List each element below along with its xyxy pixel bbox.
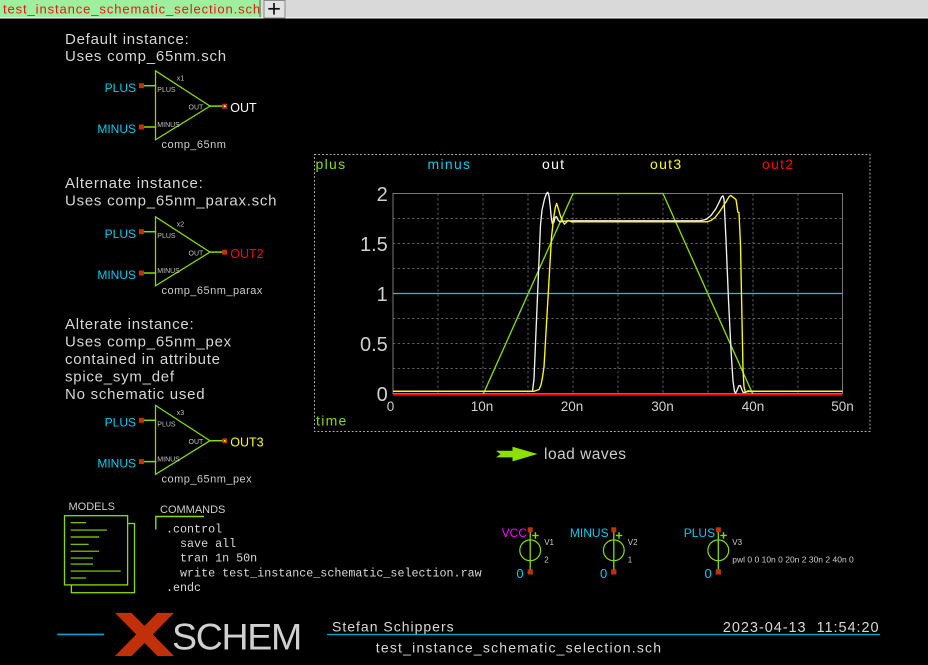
svg-text:comp_65nm_pex: comp_65nm_pex	[162, 474, 253, 486]
svg-text:.control: .control	[166, 522, 222, 536]
svg-text:out3: out3	[650, 156, 682, 172]
svg-text:1: 1	[377, 284, 388, 306]
svg-text:PLUS: PLUS	[157, 421, 176, 428]
svg-text:OUT: OUT	[189, 439, 205, 446]
svg-text:plus: plus	[316, 156, 347, 172]
svg-text:x2: x2	[177, 221, 185, 228]
svg-text:0.5: 0.5	[360, 334, 388, 356]
svg-text:VCC: VCC	[502, 526, 528, 540]
svg-text:Alternate instance:: Alternate instance:	[65, 175, 204, 192]
svg-text:Alterate instance:: Alterate instance:	[65, 316, 194, 333]
svg-text:OUT3: OUT3	[230, 436, 263, 450]
svg-text:10n: 10n	[471, 399, 494, 414]
svg-text:write test_instance_schematic_: write test_instance_schematic_selection.…	[166, 566, 482, 580]
svg-text:0: 0	[600, 566, 607, 581]
svg-text:V3: V3	[732, 538, 742, 547]
svg-text:Uses comp_65nm_parax.sch: Uses comp_65nm_parax.sch	[65, 192, 277, 209]
svg-text:OUT: OUT	[230, 101, 257, 115]
svg-text:MINUS: MINUS	[157, 457, 180, 464]
svg-text:1: 1	[628, 555, 633, 564]
svg-text:1.5: 1.5	[360, 234, 388, 256]
svg-text:OUT: OUT	[189, 250, 205, 257]
svg-text:Uses comp_65nm.sch: Uses comp_65nm.sch	[65, 48, 227, 65]
svg-text:MINUS: MINUS	[97, 457, 136, 471]
svg-text:0: 0	[516, 566, 523, 581]
svg-text:2023-04-13 11:54:20: 2023-04-13 11:54:20	[723, 620, 880, 636]
svg-text:Default instance:: Default instance:	[65, 31, 189, 48]
svg-text:tran 1n 50n: tran 1n 50n	[166, 552, 257, 566]
svg-text:.endc: .endc	[166, 581, 201, 595]
svg-text:40n: 40n	[742, 399, 765, 414]
svg-text:save all: save all	[166, 537, 236, 551]
svg-text:PLUS: PLUS	[105, 227, 136, 241]
svg-text:spice_sym_def: spice_sym_def	[65, 369, 175, 386]
svg-text:MINUS: MINUS	[97, 268, 136, 282]
svg-text:V2: V2	[628, 538, 638, 547]
svg-text:PLUS: PLUS	[105, 81, 136, 95]
svg-text:load waves: load waves	[544, 446, 627, 463]
svg-text:20n: 20n	[561, 399, 584, 414]
svg-text:50n: 50n	[831, 399, 854, 414]
svg-text:test_instance_schematic_select: test_instance_schematic_selection.sch	[376, 640, 662, 656]
svg-text:0: 0	[704, 566, 711, 581]
svg-text:PLUS: PLUS	[105, 415, 136, 429]
svg-text:COMMANDS: COMMANDS	[160, 504, 225, 516]
svg-text:2: 2	[377, 184, 388, 206]
svg-text:No schematic used: No schematic used	[65, 386, 205, 403]
svg-text:MINUS: MINUS	[157, 268, 180, 275]
svg-text:V1: V1	[544, 538, 554, 547]
svg-text:OUT2: OUT2	[230, 247, 263, 261]
svg-text:test_instance_schematic_select: test_instance_schematic_selection.sch	[3, 2, 261, 17]
svg-text:PLUS: PLUS	[157, 233, 176, 240]
svg-text:comp_65nm: comp_65nm	[162, 139, 227, 151]
svg-text:time: time	[316, 413, 348, 429]
svg-text:MINUS: MINUS	[97, 122, 136, 136]
svg-text:out: out	[542, 156, 565, 172]
svg-text:contained in attribute: contained in attribute	[65, 351, 221, 368]
svg-text:x1: x1	[177, 75, 185, 82]
svg-text:MODELS: MODELS	[69, 501, 115, 513]
svg-text:Uses comp_65nm_pex: Uses comp_65nm_pex	[65, 333, 232, 350]
svg-text:0: 0	[387, 399, 395, 414]
svg-text:PLUS: PLUS	[684, 526, 715, 540]
svg-text:2: 2	[544, 555, 549, 564]
svg-text:comp_65nm_parax: comp_65nm_parax	[162, 285, 263, 297]
svg-text:Stefan Schippers: Stefan Schippers	[332, 619, 455, 635]
svg-text:SCHEM: SCHEM	[172, 616, 301, 658]
svg-text:minus: minus	[428, 156, 472, 172]
svg-text:x3: x3	[177, 410, 185, 417]
svg-text:pwl 0 0 10n 0 20n 2 30n 2 40n: pwl 0 0 10n 0 20n 2 30n 2 40n 0	[732, 554, 854, 564]
svg-text:30n: 30n	[651, 399, 674, 414]
svg-text:MINUS: MINUS	[157, 122, 180, 129]
svg-text:PLUS: PLUS	[157, 87, 176, 94]
svg-text:OUT: OUT	[189, 104, 205, 111]
svg-text:out2: out2	[762, 156, 794, 172]
svg-text:MINUS: MINUS	[570, 526, 609, 540]
